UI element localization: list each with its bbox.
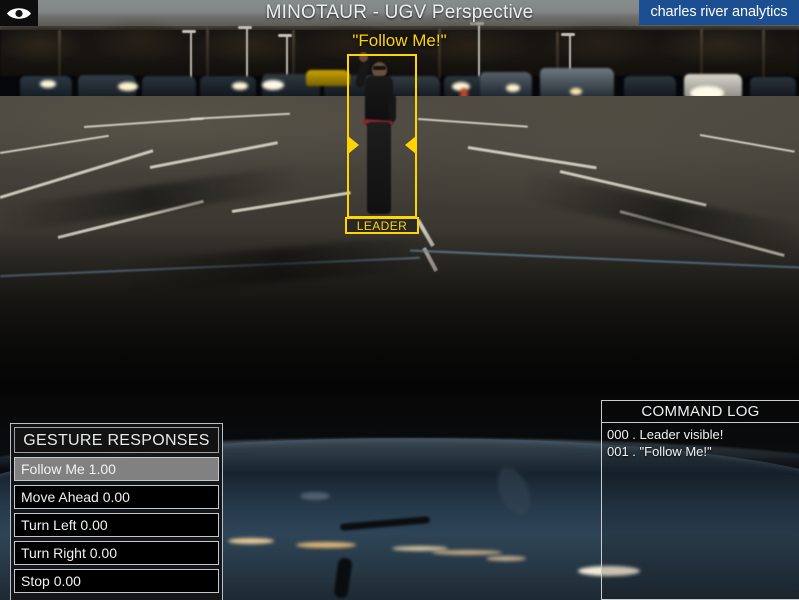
headlight-glint (262, 80, 284, 90)
hood-reflection (296, 542, 356, 548)
hood-reflection (228, 538, 274, 544)
gesture-bar-label: Turn Right 0.00 (21, 545, 117, 561)
gesture-bar-label: Move Ahead 0.00 (21, 489, 130, 505)
hood-reflection (300, 492, 330, 500)
gesture-bar[interactable]: Turn Right 0.00 (14, 541, 219, 565)
leader-bounding-box (347, 54, 417, 218)
gesture-bar[interactable]: Turn Left 0.00 (14, 513, 219, 537)
headlight-glint (570, 88, 582, 95)
tracker-marker-right-icon (405, 136, 416, 154)
company-logo: charles river analytics (639, 0, 799, 25)
command-log-title: COMMAND LOG (602, 401, 799, 423)
gesture-list: Follow Me 1.00 Move Ahead 0.00 Turn Left 0… (14, 457, 219, 593)
gesture-bar-label: Stop 0.00 (21, 573, 81, 589)
hood-reflection (486, 556, 526, 561)
gesture-panel-title: GESTURE RESPONSES (14, 427, 219, 453)
headlight-glint (118, 82, 138, 91)
bounding-box-label: LEADER (345, 217, 419, 234)
headlight-glint (506, 84, 520, 92)
yellow-vehicle (306, 70, 350, 86)
command-log-body[interactable]: 000 . Leader visible! 001 . "Follow Me!" (602, 423, 799, 460)
gesture-responses-panel: GESTURE RESPONSES Follow Me 1.00 Move Ahe… (10, 423, 223, 600)
recognized-gesture-text: "Follow Me!" (352, 31, 447, 50)
command-log-entry: 000 . Leader visible! (607, 427, 724, 442)
gesture-bar[interactable]: Stop 0.00 (14, 569, 219, 593)
ugv-perspective-view: MINOTAUR - UGV Perspective charles river… (0, 0, 799, 600)
command-log-panel: COMMAND LOG 000 . Leader visible! 001 . "… (601, 400, 799, 600)
tracker-marker-left-icon (348, 136, 359, 154)
gesture-bar-label: Follow Me 1.00 (21, 461, 116, 477)
hood-reflection (432, 550, 502, 555)
car (750, 77, 796, 98)
gesture-bar-label: Turn Left 0.00 (21, 517, 108, 533)
headlight-glint (40, 80, 56, 88)
gesture-bar[interactable]: Follow Me 1.00 (14, 457, 219, 481)
car (142, 76, 196, 98)
command-log-entry: 001 . "Follow Me!" (607, 444, 712, 459)
gesture-bar[interactable]: Move Ahead 0.00 (14, 485, 219, 509)
car (624, 76, 676, 98)
headlight-glint (232, 82, 248, 90)
